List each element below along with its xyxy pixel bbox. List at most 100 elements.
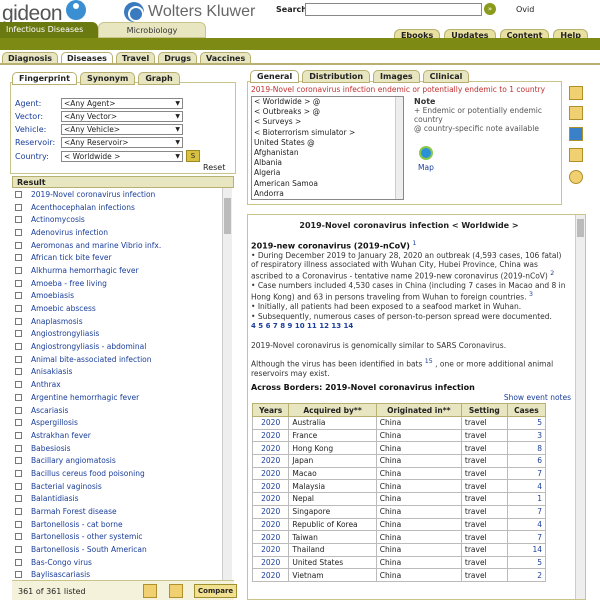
list-item[interactable]: Bartonellosis - South American [12, 543, 234, 556]
tab-distribution[interactable]: Distribution [302, 70, 371, 83]
disease-link[interactable]: Bacillary angiomatosis [31, 456, 116, 465]
table-cell[interactable]: 1 [506, 492, 547, 506]
tab-graph[interactable]: Graph [138, 72, 180, 85]
globe-icon[interactable] [419, 146, 433, 160]
list-item[interactable]: Angiostrongyliasis - abdominal [12, 340, 234, 353]
country-go-button[interactable]: S [186, 150, 200, 162]
table-cell[interactable]: 5 [506, 555, 547, 570]
table-cell[interactable]: 2020 [251, 542, 290, 557]
checkbox[interactable] [15, 520, 22, 528]
country-list-scrollbar[interactable] [395, 97, 403, 199]
tab-general[interactable]: General [250, 70, 300, 83]
checkbox[interactable] [15, 343, 22, 351]
email-icon[interactable] [169, 584, 183, 598]
checkbox[interactable] [15, 482, 22, 490]
country-option[interactable]: Angola [252, 199, 403, 200]
list-item[interactable]: Aspergillosis [12, 416, 234, 429]
disease-link[interactable]: Aspergillosis [31, 418, 78, 427]
checkbox[interactable] [15, 203, 22, 211]
checkbox[interactable] [15, 216, 22, 224]
list-item[interactable]: Anthrax [12, 378, 234, 391]
content-scrollbar[interactable] [575, 215, 585, 599]
list-item[interactable]: Bas-Congo virus [12, 556, 234, 569]
checkbox[interactable] [15, 292, 22, 300]
table-cell[interactable]: 2020 [251, 454, 290, 468]
scroll-thumb[interactable] [224, 198, 231, 234]
checkbox[interactable] [15, 266, 22, 274]
column-header[interactable]: Cases [506, 403, 547, 417]
disease-link[interactable]: Amoebiasis [31, 291, 74, 300]
disease-link[interactable]: Ascariasis [31, 406, 68, 415]
column-header[interactable]: Years [251, 403, 290, 417]
globe-icon[interactable] [569, 127, 583, 141]
country-option[interactable]: Afghanistan [252, 148, 403, 158]
disease-link[interactable]: Bartonellosis - cat borne [31, 520, 123, 529]
disease-link[interactable]: African tick bite fever [31, 253, 112, 262]
disease-link[interactable]: Amoebic abscess [31, 304, 96, 313]
disease-link[interactable]: Animal bite-associated infection [31, 355, 152, 364]
checkbox[interactable] [15, 406, 22, 414]
disease-link[interactable]: Aeromonas and marine Vibrio infx. [31, 241, 161, 250]
table-cell[interactable]: 3 [506, 428, 547, 443]
checkbox[interactable] [15, 368, 22, 376]
tab-microbiology[interactable]: Microbiology [98, 22, 206, 38]
table-cell[interactable]: 2020 [251, 530, 290, 544]
disease-link[interactable]: Bacillus cereus food poisoning [31, 469, 145, 478]
column-header[interactable]: Originated in** [375, 403, 462, 417]
disease-link[interactable]: Babesiosis [31, 444, 71, 453]
checkbox[interactable] [15, 393, 22, 401]
disease-link[interactable]: Anisakiasis [31, 367, 72, 376]
checkbox[interactable] [15, 317, 22, 325]
tab-images[interactable]: Images [373, 70, 420, 83]
checkbox[interactable] [15, 533, 22, 541]
list-item[interactable]: 2019-Novel coronavirus infection [12, 188, 234, 201]
country-option[interactable]: < Bioterrorism simulator > [252, 128, 403, 138]
disease-link[interactable]: Barmah Forest disease [31, 507, 117, 516]
table-cell[interactable]: 7 [506, 466, 547, 481]
table-cell[interactable]: 2020 [251, 568, 290, 582]
disease-link[interactable]: Amoeba - free living [31, 279, 107, 288]
column-header[interactable]: Acquired by** [288, 403, 377, 417]
checkbox[interactable] [15, 355, 22, 363]
disease-link[interactable]: Bacterial vaginosis [31, 482, 102, 491]
table-cell[interactable]: 7 [506, 530, 547, 544]
agent-select[interactable]: <Any Agent> [61, 98, 183, 109]
checkbox[interactable] [15, 279, 22, 287]
list-item[interactable]: Balantidiasis [12, 493, 234, 506]
list-item[interactable]: Alkhurma hemorrhagic fever [12, 264, 234, 277]
disease-link[interactable]: Argentine hemorrhagic fever [31, 393, 139, 402]
list-item[interactable]: Amoeba - free living [12, 277, 234, 290]
country-option[interactable]: < Surveys > [252, 117, 403, 127]
checkbox[interactable] [15, 254, 22, 262]
list-item[interactable]: Bacillus cereus food poisoning [12, 467, 234, 480]
table-cell[interactable]: 4 [506, 479, 547, 494]
print-icon[interactable] [143, 584, 157, 598]
list-item[interactable]: Aeromonas and marine Vibrio infx. [12, 239, 234, 252]
print-icon[interactable] [569, 86, 583, 100]
search-go-button[interactable]: » [484, 3, 496, 15]
tab-clinical[interactable]: Clinical [422, 70, 470, 83]
checkbox[interactable] [15, 190, 22, 198]
reference-link[interactable]: 15 [425, 358, 433, 365]
scroll-thumb[interactable] [577, 219, 584, 237]
list-item[interactable]: Baylisascariasis [12, 569, 234, 580]
country-option[interactable]: < Worldwide > @ [252, 97, 403, 107]
list-item[interactable]: Babesiosis [12, 442, 234, 455]
disease-link[interactable]: Astrakhan fever [31, 431, 91, 440]
table-cell[interactable]: 14 [506, 542, 547, 557]
vehicle-select[interactable]: <Any Vehicle> [61, 124, 183, 135]
checkbox[interactable] [15, 546, 22, 554]
reset-link[interactable]: Reset [203, 163, 225, 172]
table-cell[interactable]: 2020 [251, 416, 290, 430]
list-item[interactable]: Astrakhan fever [12, 429, 234, 442]
list-item[interactable]: Bartonellosis - cat borne [12, 518, 234, 531]
table-cell[interactable]: 2020 [251, 504, 290, 519]
list-item[interactable]: Adenovirus infection [12, 226, 234, 239]
disease-link[interactable]: Adenovirus infection [31, 228, 108, 237]
disease-link[interactable]: Actinomycosis [31, 215, 85, 224]
checkbox[interactable] [15, 330, 22, 338]
country-option[interactable]: United States @ [252, 138, 403, 148]
search-input[interactable] [305, 3, 482, 16]
table-cell[interactable]: 2020 [251, 479, 290, 494]
checkbox[interactable] [15, 305, 22, 313]
